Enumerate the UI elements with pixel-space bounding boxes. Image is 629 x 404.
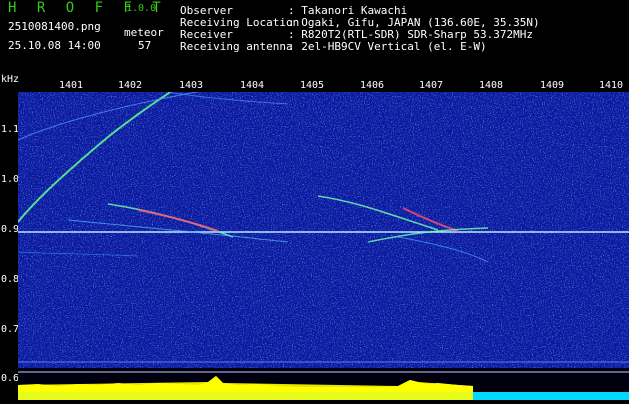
x-tick: 1402 <box>118 80 143 91</box>
spectrogram <box>18 92 629 368</box>
y-axis-unit: kHz <box>1 74 20 85</box>
y-tick: 0.9 <box>1 224 20 235</box>
antenna-value: : 2el-HB9CV Vertical (el. E-W) <box>288 40 487 53</box>
x-tick: 1404 <box>240 80 265 91</box>
x-tick: 1403 <box>179 80 204 91</box>
power-strip-svg <box>18 371 629 400</box>
x-tick: 1410 <box>599 80 624 91</box>
noise-layer <box>18 92 629 368</box>
y-tick: 1.1 <box>1 124 20 135</box>
x-tick: 1409 <box>540 80 565 91</box>
spectrogram-svg <box>18 92 629 368</box>
power-signal-overlay <box>18 376 473 400</box>
meteor-count-value: 57 <box>138 39 152 52</box>
filename-label: 2510081400.png <box>8 20 101 33</box>
app-version: 1.0.0 <box>126 3 157 14</box>
x-tick: 1401 <box>59 80 84 91</box>
y-tick: 0.6 <box>1 373 20 384</box>
meteor-count-label: meteor <box>124 26 164 39</box>
y-tick: 0.7 <box>1 324 20 335</box>
x-tick: 1406 <box>360 80 385 91</box>
power-strip <box>18 368 629 400</box>
antenna-label: Receiving antenna <box>180 40 293 53</box>
x-tick: 1405 <box>300 80 325 91</box>
y-tick: 0.8 <box>1 274 20 285</box>
datetime-label: 25.10.08 14:00 <box>8 39 101 52</box>
y-tick: 1.0 <box>1 174 20 185</box>
x-tick: 1408 <box>479 80 504 91</box>
x-tick: 1407 <box>419 80 444 91</box>
